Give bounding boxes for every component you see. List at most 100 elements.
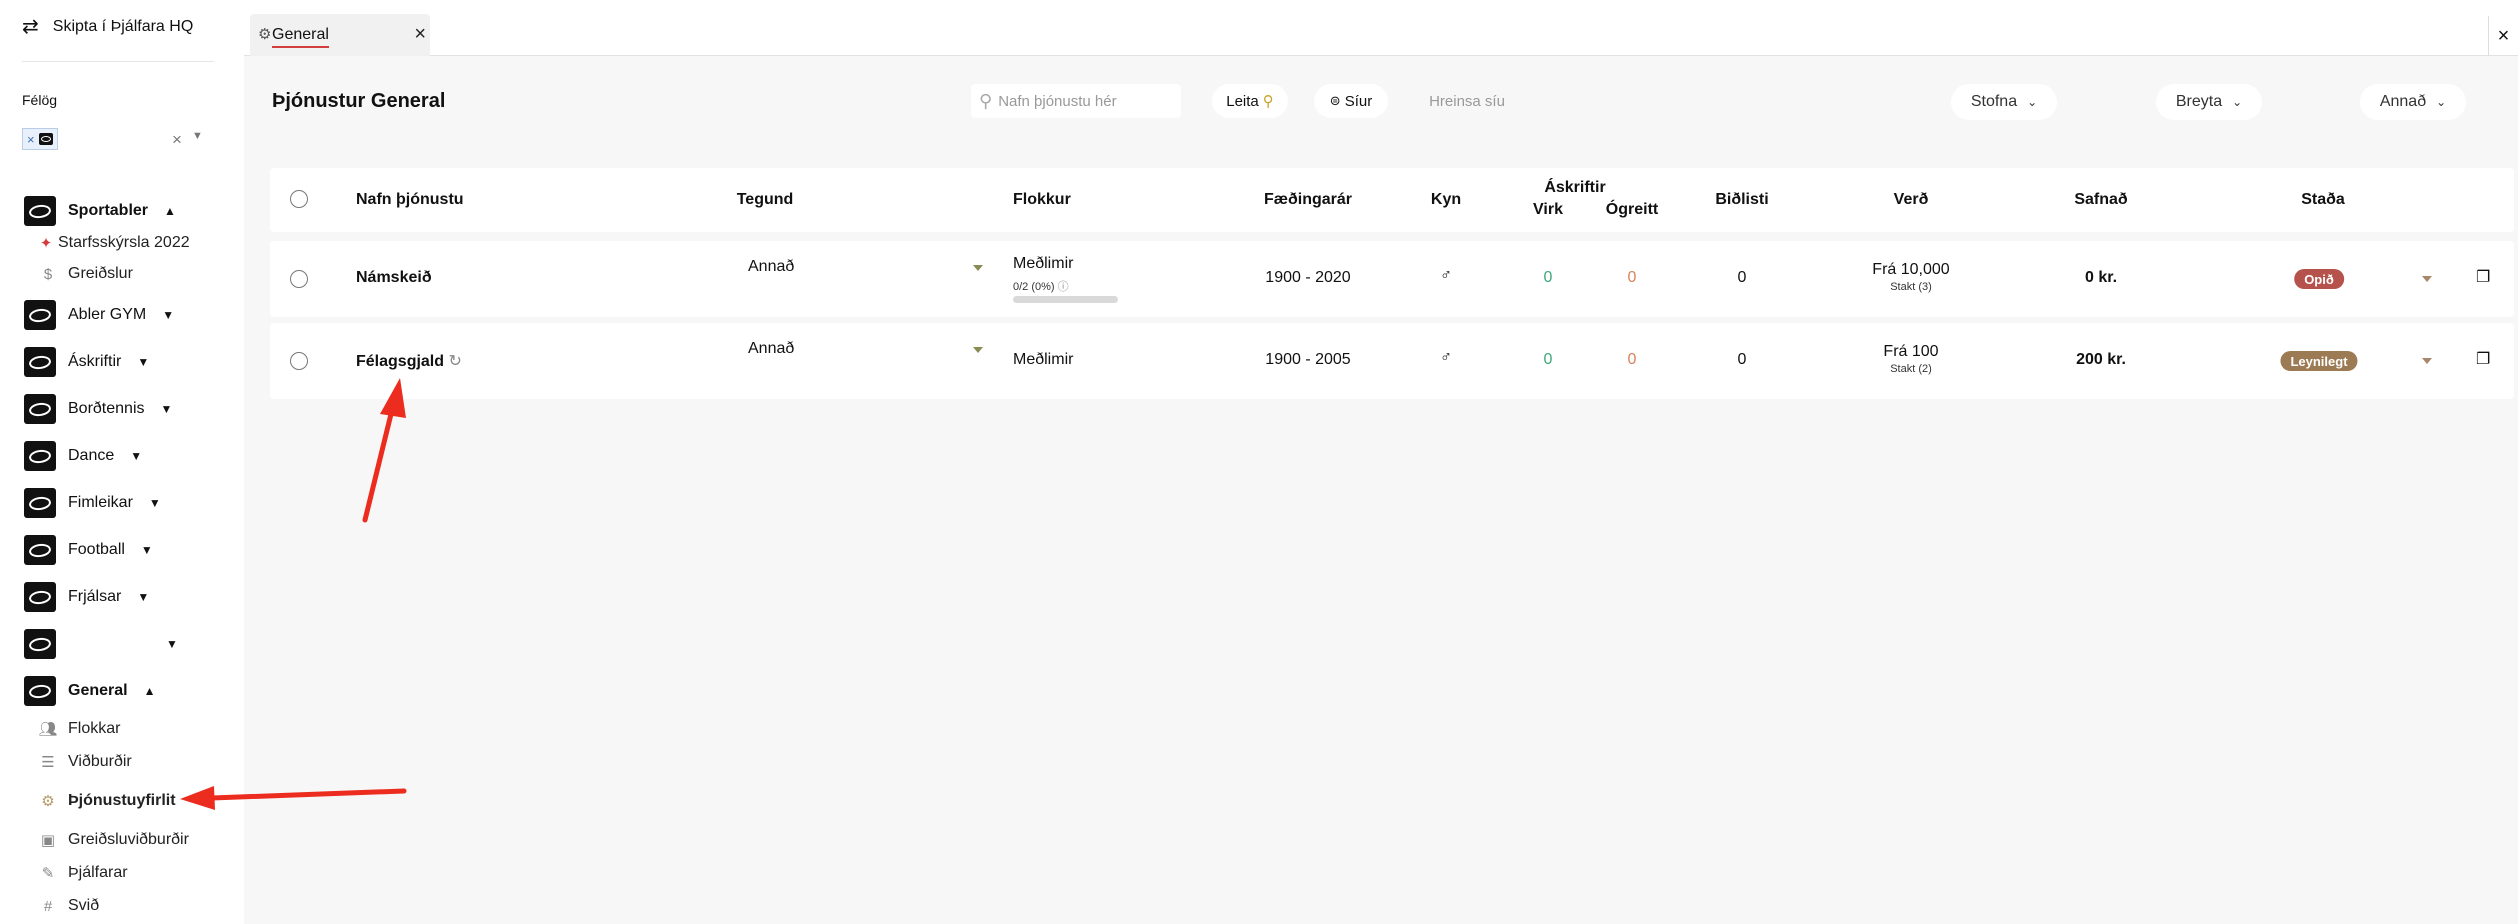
table-row[interactable]: Námskeið Annað Meðlimir 0/2 (0%) ⓘ 1900 …	[270, 241, 2514, 317]
sidebar-item-services-overview[interactable]: ⚙ Þjónustuyfirlit	[38, 792, 175, 810]
filter-button-label: Síur	[1344, 92, 1373, 110]
active-count: 0	[1543, 269, 1553, 286]
switch-to-coach-hq[interactable]: ⇄ Skipta í Þjálfara HQ	[22, 14, 193, 39]
col-price[interactable]: Verð	[1894, 191, 1929, 209]
clear-filter-button[interactable]: Hreinsa síu	[1412, 84, 1522, 118]
col-birth-years[interactable]: Fæðingarár	[1264, 191, 1352, 209]
type-select[interactable]: Annað	[748, 340, 794, 358]
sidebar-item-svid[interactable]: # Svið	[38, 897, 99, 915]
status-dropdown-icon[interactable]	[2422, 358, 2432, 364]
tab-general[interactable]: ⚙ General ×	[250, 14, 430, 56]
club-logo-icon	[24, 488, 56, 518]
col-name[interactable]: Nafn þjónustu	[356, 191, 464, 209]
search-icon: ⚲	[979, 90, 993, 111]
club-logo-icon	[24, 582, 56, 612]
chevron-down-icon: ▼	[137, 590, 150, 604]
birth-years: 1900 - 2020	[1265, 269, 1351, 286]
col-subscriptions: Áskriftir	[1544, 179, 1606, 196]
sidebar-item-general[interactable]: General ▲	[24, 676, 155, 706]
sidebar-item-payments[interactable]: $ Greiðslur	[38, 265, 133, 283]
create-dropdown[interactable]: Stofna ⌄	[1951, 84, 2057, 120]
type-dropdown-icon[interactable]	[973, 265, 983, 271]
sidebar-item-annual-report[interactable]: ✦ Starfsskýrsla 2022	[36, 234, 190, 252]
gear-icon: ⚙	[258, 26, 272, 43]
remove-club-icon[interactable]: ×	[27, 132, 35, 147]
edit-dropdown[interactable]: Breyta ⌄	[2156, 84, 2262, 120]
sidebar-item-vidburdir[interactable]: ☰ Viðburðir	[38, 753, 131, 771]
recurring-icon: ↻	[448, 353, 462, 370]
type-select[interactable]: Annað	[748, 258, 794, 276]
other-dropdown[interactable]: Annað ⌄	[2360, 84, 2466, 120]
chevron-down-icon: ⌄	[2436, 95, 2447, 109]
col-collected[interactable]: Safnað	[2074, 191, 2127, 209]
other-dropdown-label: Annað	[2379, 93, 2427, 110]
row-select-radio[interactable]	[290, 352, 308, 370]
sidebar-item-fimleikar[interactable]: Fimleikar ▼	[24, 488, 161, 518]
sidebar-item-dance[interactable]: Dance ▼	[24, 441, 142, 471]
price-detail: Stakt (3)	[1890, 281, 1932, 293]
club-select[interactable]: × × ▼	[22, 126, 212, 152]
col-active[interactable]: Virk	[1533, 201, 1563, 219]
calendar-dollar-icon: ▣	[40, 832, 56, 849]
active-count: 0	[1543, 351, 1553, 368]
service-name[interactable]: Námskeið	[356, 269, 432, 287]
search-button[interactable]: Leita ⚲	[1212, 84, 1288, 118]
copy-icon[interactable]: ❐	[2476, 349, 2490, 369]
sidebar-item-label: Dance	[68, 447, 115, 464]
clear-selection-icon[interactable]: ×	[172, 130, 182, 150]
table-row[interactable]: Félagsgjald ↻ Annað Meðlimir 1900 - 2005…	[270, 323, 2514, 399]
list-icon: ☰	[41, 754, 55, 771]
tab-label: General	[272, 26, 329, 48]
edit-dropdown-label: Breyta	[2175, 93, 2223, 110]
col-status[interactable]: Staða	[2301, 191, 2345, 209]
chevron-down-icon[interactable]: ▼	[192, 130, 203, 142]
search-button-label: Leita	[1226, 92, 1259, 110]
type-dropdown-icon[interactable]	[973, 347, 983, 353]
club-logo-icon	[24, 629, 56, 659]
users-icon: 👥︎	[38, 721, 58, 738]
row-select-radio[interactable]	[290, 270, 308, 288]
club-chip[interactable]: ×	[22, 128, 58, 150]
sidebar-item-payment-events[interactable]: ▣ Greiðsluviðburðir	[38, 831, 189, 849]
waitlist-count: 0	[1737, 351, 1747, 368]
annotation-arrow-up	[362, 378, 406, 523]
col-gender[interactable]: Kyn	[1431, 191, 1461, 209]
sidebar-item-label: Flokkar	[68, 720, 121, 737]
club-logo-icon	[24, 535, 56, 565]
select-all-radio[interactable]	[290, 190, 308, 208]
tab-bar: ⚙ General × ×	[244, 0, 2518, 56]
sidebar-item-football[interactable]: Football ▼	[24, 535, 153, 565]
col-unpaid[interactable]: Ógreitt	[1606, 201, 1658, 219]
close-icon[interactable]: ×	[2488, 16, 2518, 56]
col-waitlist[interactable]: Biðlisti	[1715, 191, 1768, 209]
search-field[interactable]: ⚲	[971, 84, 1181, 118]
copy-icon[interactable]: ❐	[2476, 267, 2490, 287]
male-icon: ♂	[1440, 349, 1452, 366]
sidebar: ⇄ Skipta í Þjálfara HQ Félög × × ▼ Sport…	[0, 0, 244, 924]
page-title: Þjónustur General	[272, 90, 446, 112]
sidebar-item-label: Áskriftir	[68, 353, 122, 370]
filter-button[interactable]: ⊜ Síur	[1314, 84, 1388, 118]
sidebar-item-abler-gym[interactable]: Abler GYM ▼	[24, 300, 174, 330]
sidebar-item-flokkar[interactable]: 👥︎ Flokkar	[38, 720, 120, 738]
search-icon: ⚲	[1262, 93, 1274, 110]
unpaid-count: 0	[1627, 269, 1637, 286]
switch-label: Skipta í Þjálfara HQ	[52, 17, 194, 35]
chevron-down-icon: ▼	[148, 496, 161, 510]
search-input[interactable]	[998, 92, 1169, 110]
sidebar-item-label: General	[68, 682, 128, 699]
col-type[interactable]: Tegund	[737, 191, 794, 209]
close-tab-icon[interactable]: ×	[414, 23, 426, 46]
sidebar-item-bordtennis[interactable]: Borðtennis ▼	[24, 394, 172, 424]
status-badge[interactable]: Opið	[2294, 269, 2344, 289]
service-name[interactable]: Félagsgjald ↻	[356, 351, 462, 371]
col-category[interactable]: Flokkur	[1013, 191, 1071, 209]
sidebar-item-askriftir[interactable]: Áskriftir ▼	[24, 347, 149, 377]
status-badge[interactable]: Leynilegt	[2280, 351, 2358, 371]
sidebar-item-label: Þjálfarar	[68, 864, 128, 881]
sidebar-item-frjalsar[interactable]: Frjálsar ▼	[24, 582, 149, 612]
status-dropdown-icon[interactable]	[2422, 276, 2432, 282]
sidebar-item-unnamed[interactable]: ▼	[24, 629, 178, 659]
sidebar-item-sportabler[interactable]: Sportabler ▲	[24, 196, 176, 226]
sidebar-item-coaches[interactable]: ✎ Þjálfarar	[38, 864, 128, 882]
